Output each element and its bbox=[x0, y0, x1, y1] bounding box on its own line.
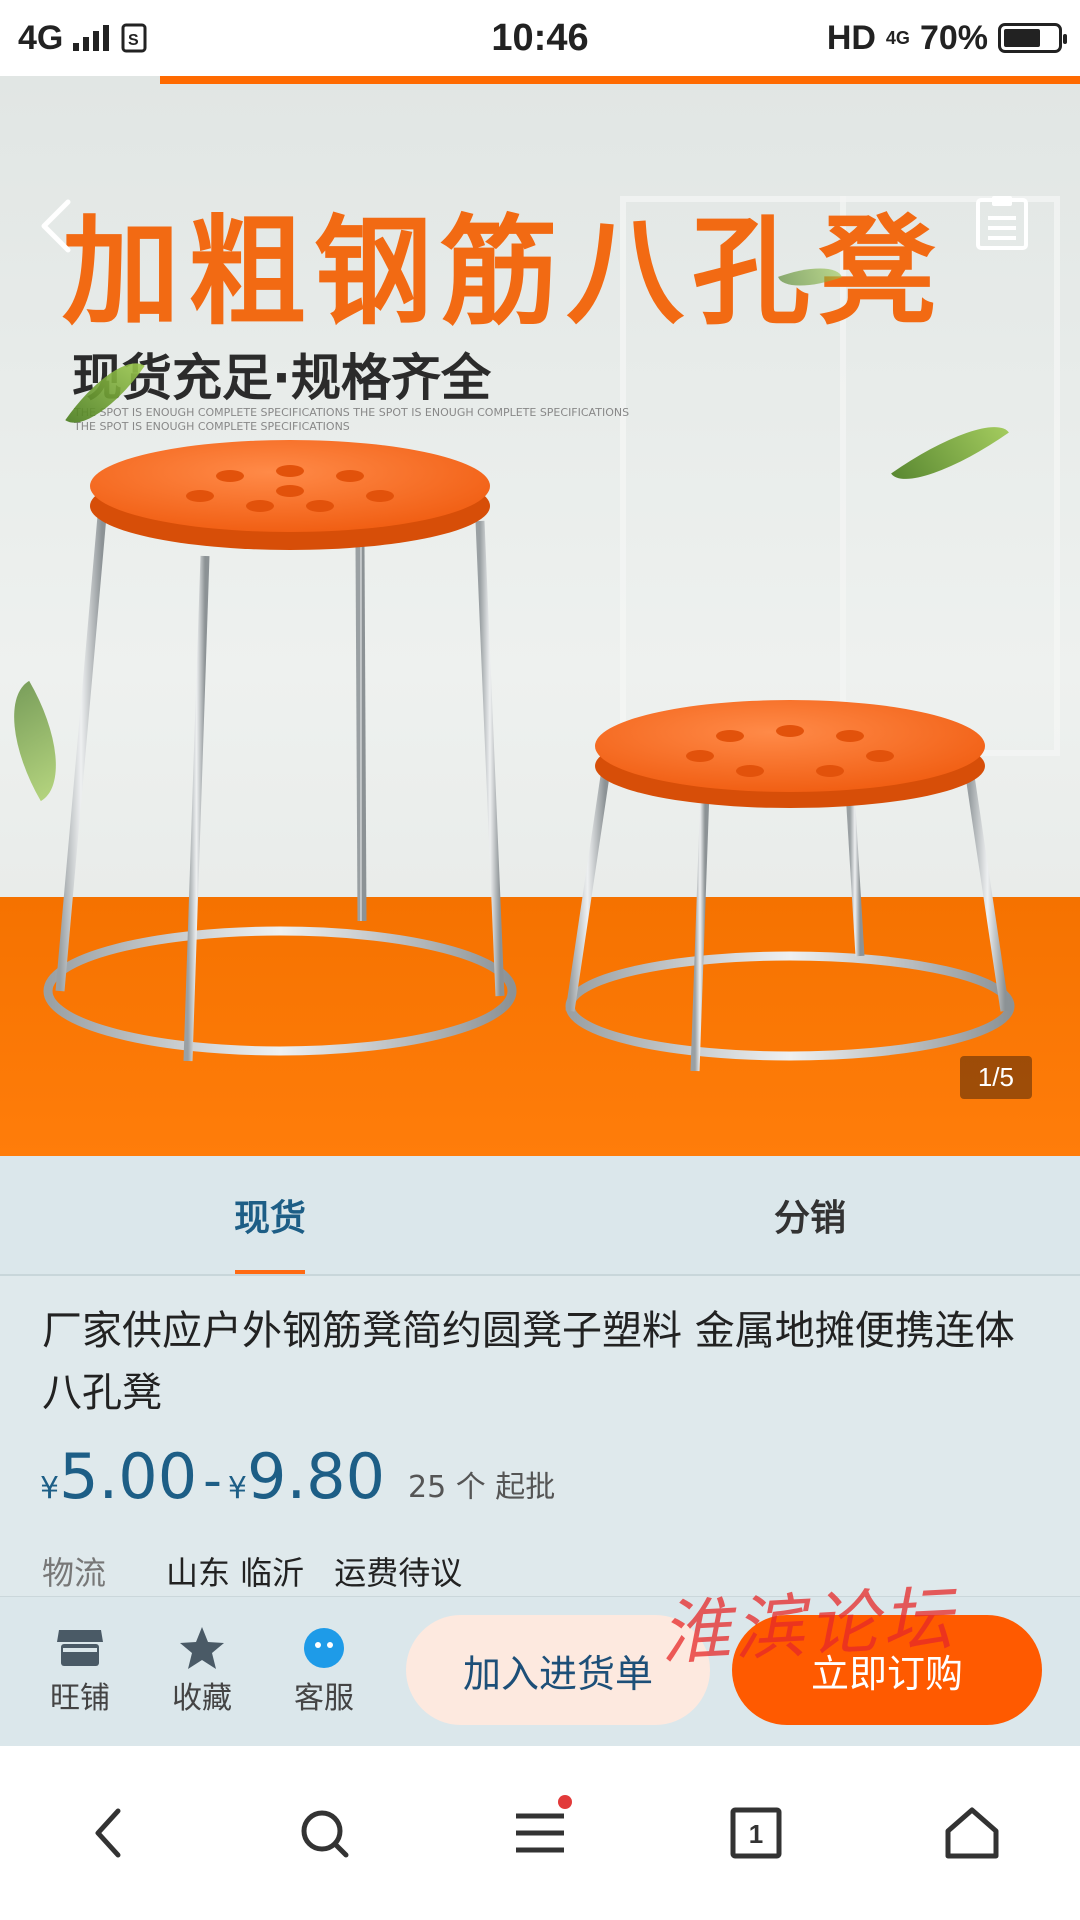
tabs-count: 1 bbox=[749, 1819, 763, 1849]
nav-menu-button[interactable] bbox=[490, 1783, 590, 1883]
battery-percent: 70% bbox=[919, 18, 988, 57]
clock: 10:46 bbox=[491, 16, 589, 59]
shop-button[interactable]: 旺铺 bbox=[30, 1623, 130, 1717]
status-bar: 4G S 10:46 HD 4G 70% bbox=[0, 0, 1080, 76]
nav-home-button[interactable] bbox=[922, 1783, 1022, 1883]
home-icon bbox=[945, 1807, 999, 1859]
svg-text:S: S bbox=[128, 32, 139, 49]
tabs-icon: 1 bbox=[730, 1807, 782, 1859]
hd-label: HD bbox=[826, 18, 876, 57]
back-icon bbox=[95, 1808, 121, 1858]
currency-symbol: ¥ bbox=[227, 1471, 247, 1506]
store-icon bbox=[57, 1630, 103, 1666]
star-icon bbox=[180, 1627, 224, 1669]
back-arrow-icon[interactable] bbox=[36, 196, 76, 256]
minimum-order: 25 个 起批 bbox=[408, 1470, 556, 1505]
signal-icon bbox=[73, 25, 110, 51]
price-range: ¥ 5.00 - ¥ 9.80 bbox=[40, 1440, 385, 1513]
logistics-row: 物流 山东 临沂 运费待议 bbox=[42, 1548, 462, 1594]
menu-icon bbox=[516, 1813, 564, 1853]
sim-icon: S bbox=[121, 23, 147, 53]
browser-nav-bar: 1 bbox=[0, 1746, 1080, 1920]
service-label: 客服 bbox=[294, 1681, 354, 1716]
shop-label: 旺铺 bbox=[50, 1681, 110, 1716]
product-image-carousel[interactable]: 加粗钢筋八孔凳 现货充足·规格齐全 THE SPOT IS ENOUGH COM… bbox=[0, 76, 1080, 1156]
search-icon bbox=[301, 1810, 349, 1858]
price-high: 9.80 bbox=[247, 1440, 386, 1513]
stool-illustration bbox=[43, 440, 1015, 1072]
price-dash: - bbox=[203, 1451, 222, 1511]
shipping-fee: 运费待议 bbox=[334, 1554, 463, 1592]
nav-tabs-button[interactable]: 1 bbox=[706, 1783, 806, 1883]
net4g-label: 4G bbox=[885, 27, 910, 48]
clipboard-icon[interactable] bbox=[974, 194, 1030, 252]
currency-symbol: ¥ bbox=[40, 1471, 60, 1506]
logistics-label: 物流 bbox=[42, 1554, 107, 1592]
forum-watermark: 淮滨论坛 bbox=[658, 1577, 959, 1675]
nav-back-button[interactable] bbox=[58, 1783, 158, 1883]
image-counter: 1/5 bbox=[959, 1056, 1032, 1099]
favorite-label: 收藏 bbox=[172, 1681, 232, 1716]
battery-icon bbox=[998, 23, 1067, 53]
origin: 山东 临沂 bbox=[166, 1554, 305, 1592]
customer-service-button[interactable]: 客服 bbox=[274, 1623, 374, 1717]
chat-icon bbox=[304, 1628, 344, 1668]
price-low: 5.00 bbox=[59, 1440, 198, 1513]
nav-search-button[interactable] bbox=[274, 1783, 374, 1883]
product-title: 厂家供应户外钢筋凳简约圆凳子塑料 金属地摊便携连体八孔凳 bbox=[42, 1308, 1015, 1416]
tab-in-stock[interactable]: 现货 bbox=[0, 1156, 540, 1274]
notification-dot bbox=[558, 1795, 572, 1809]
network-label: 4G bbox=[18, 18, 64, 57]
tab-bar: 现货 分销 bbox=[0, 1156, 1080, 1276]
favorite-button[interactable]: 收藏 bbox=[152, 1623, 252, 1717]
tab-distribution[interactable]: 分销 bbox=[540, 1156, 1080, 1274]
